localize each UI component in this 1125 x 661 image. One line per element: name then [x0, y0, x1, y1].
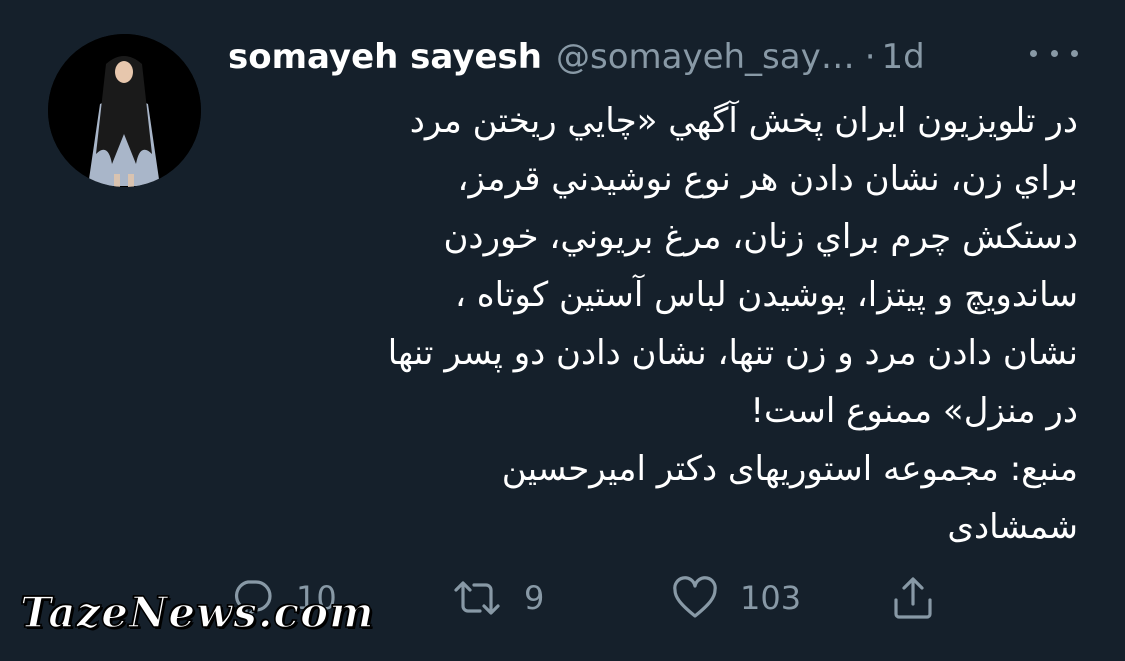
retweet-count: 9: [524, 579, 545, 617]
tweet-text-line: نشان دادن مرد و زن تنها، نشان دادن دو پس…: [387, 333, 1078, 373]
tweet-text-line: ساندويچ و پيتزا، پوشيدن لباس آستين کوتاه…: [455, 275, 1078, 315]
author-handle[interactable]: @somayeh_say…: [556, 37, 855, 77]
tweet-text-line: در منزل» ممنوع است!: [750, 391, 1078, 431]
like-count: 103: [740, 579, 802, 617]
heart-icon: [670, 574, 720, 622]
tweet-text-line: شمشادی: [947, 507, 1078, 547]
tweet-text-line: در تلویزیون ایران پخش آگهي «چايي ريختن م…: [409, 101, 1078, 141]
tweet-text-line: دستکش چرم براي زنان، مرغ بريوني، خوردن: [443, 217, 1078, 257]
tweet-text-line: منبع: مجموعه استوريهای دکتر اميرحسين: [501, 449, 1078, 489]
more-options-icon[interactable]: [1030, 38, 1078, 68]
separator-dot: ·: [864, 37, 876, 77]
more-dot: [1030, 49, 1037, 57]
like-button[interactable]: 103: [670, 572, 801, 624]
tweet-timestamp[interactable]: 1d: [882, 37, 925, 77]
share-icon: [890, 574, 936, 622]
tweet-text: در تلویزیون ایران پخش آگهي «چايي ريختن م…: [228, 92, 1078, 556]
avatar[interactable]: [48, 34, 201, 187]
retweet-icon: [450, 574, 504, 622]
author-display-name[interactable]: somayeh sayesh: [228, 37, 542, 77]
share-button[interactable]: [890, 572, 936, 624]
tweet-header: somayeh sayesh @somayeh_say… · 1d: [228, 32, 1088, 82]
more-dot: [1071, 49, 1078, 57]
retweet-button[interactable]: 9: [450, 572, 544, 624]
tweet-text-line: براي زن، نشان دادن هر نوع نوشيدني قرمز،: [457, 159, 1079, 199]
avatar-photo: [48, 34, 201, 187]
more-dot: [1050, 49, 1058, 57]
watermark: TazeNews.com: [19, 587, 375, 638]
